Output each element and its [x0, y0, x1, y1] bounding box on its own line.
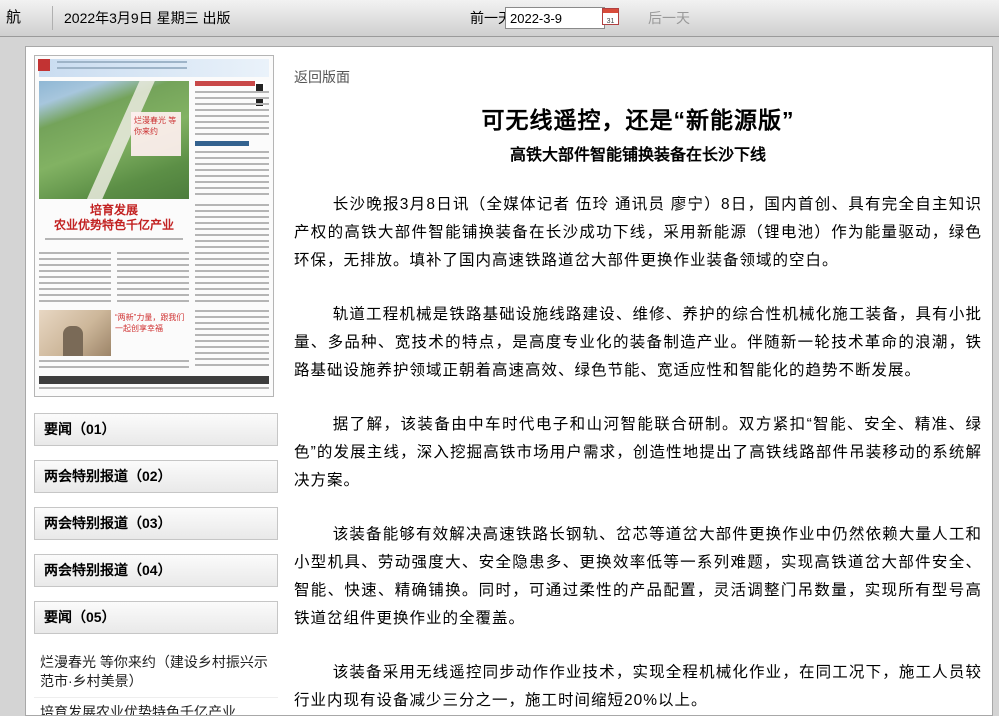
- publish-date-label: 2022年3月9日 星期三 出版: [64, 0, 231, 36]
- toolbar: 航 2022年3月9日 星期三 出版 前一天 后一天: [0, 0, 999, 37]
- thumb-textlines: [39, 360, 189, 372]
- thumb-red-headline: 培育发展 农业优势特色千亿产业: [39, 203, 189, 233]
- thumb-person-photo: [39, 310, 111, 356]
- thumb-red-headline-line1: 培育发展: [39, 203, 189, 218]
- thumb-textlines: [39, 252, 111, 304]
- next-day-link-disabled: 后一天: [648, 0, 690, 36]
- article-paragraph: 据了解，该装备由中车时代电子和山河智能联合研制。双方紧扣“智能、安全、精准、绿色…: [294, 411, 982, 495]
- thumb-masthead-textlines: [57, 61, 187, 71]
- thumb-masthead-seal: [38, 59, 50, 71]
- thumb-textlines: [117, 252, 189, 304]
- sidebar: 烂漫春光 等你来约 培育发展 农业优势特色千亿产业 “两新”力量，跟我们一起创享…: [34, 55, 278, 716]
- thumb-textlines: [195, 310, 269, 366]
- article-body: 长沙晚报3月8日讯（全媒体记者 伍玲 通讯员 廖宁）8日，国内首创、具有完全自主…: [294, 191, 982, 715]
- sidebar-item-lianghui-02[interactable]: 两会特别报道（02）: [34, 460, 278, 493]
- thumb-textlines: [45, 238, 183, 242]
- sidebar-item-yaowen-01[interactable]: 要闻（01）: [34, 413, 278, 446]
- nav-partial-label[interactable]: 航: [6, 0, 21, 36]
- article-title: 可无线遥控，还是“新能源版”: [294, 101, 982, 135]
- thumb-textlines: [195, 151, 269, 199]
- article-list: 烂漫春光 等你来约（建设乡村振兴示范市·乡村美景） 培育发展农业优势特色千亿产业: [34, 648, 278, 716]
- date-input[interactable]: [505, 7, 605, 29]
- thumb-textlines: [195, 204, 269, 304]
- section-list: 要闻（01） 两会特别报道（02） 两会特别报道（03） 两会特别报道（04） …: [34, 413, 278, 634]
- thumb-textlines: [39, 387, 269, 391]
- article-link[interactable]: 培育发展农业优势特色千亿产业: [34, 698, 278, 716]
- thumb-photo-caption: 烂漫春光 等你来约: [131, 112, 181, 156]
- article-paragraph: 长沙晚报3月8日讯（全媒体记者 伍玲 通讯员 廖宁）8日，国内首创、具有完全自主…: [294, 191, 982, 275]
- article-paragraph: 该装备能够有效解决高速铁路长钢轨、岔芯等道岔大部件更换作业中仍然依赖大量人工和小…: [294, 521, 982, 633]
- sidebar-item-lianghui-04[interactable]: 两会特别报道（04）: [34, 554, 278, 587]
- sidebar-item-yaowen-05[interactable]: 要闻（05）: [34, 601, 278, 634]
- back-to-page-link[interactable]: 返回版面: [294, 67, 364, 87]
- thumb-red-headline-line2: 农业优势特色千亿产业: [39, 218, 189, 233]
- content-panel: 烂漫春光 等你来约 培育发展 农业优势特色千亿产业 “两新”力量，跟我们一起创享…: [25, 46, 993, 716]
- toolbar-divider: [52, 6, 53, 30]
- thumb-mini-headline-blue: [195, 141, 249, 146]
- article-paragraph: 轨道工程机械是铁路基础设施线路建设、维修、养护的综合性机械化施工装备，具有小批量…: [294, 301, 982, 385]
- article-paragraph: 该装备采用无线遥控同步动作作业技术，实现全程机械化作业，在同工况下，施工人员较行…: [294, 659, 982, 715]
- thumb-footer-bar: [39, 376, 269, 384]
- thumb-mini-headline-red: [195, 81, 255, 86]
- article-subtitle: 高铁大部件智能铺换装备在长沙下线: [294, 141, 982, 165]
- newspaper-page-thumbnail[interactable]: 烂漫春光 等你来约 培育发展 农业优势特色千亿产业 “两新”力量，跟我们一起创享…: [34, 55, 274, 397]
- article-view: 返回版面 可无线遥控，还是“新能源版” 高铁大部件智能铺换装备在长沙下线 长沙晚…: [294, 55, 982, 716]
- sidebar-item-lianghui-03[interactable]: 两会特别报道（03）: [34, 507, 278, 540]
- thumb-red-caption: “两新”力量，跟我们一起创享幸福: [115, 312, 189, 334]
- thumb-right-column: [195, 81, 269, 199]
- calendar-icon[interactable]: [602, 8, 619, 25]
- article-link[interactable]: 烂漫春光 等你来约（建设乡村振兴示范市·乡村美景）: [34, 648, 278, 698]
- thumb-textlines: [195, 91, 269, 135]
